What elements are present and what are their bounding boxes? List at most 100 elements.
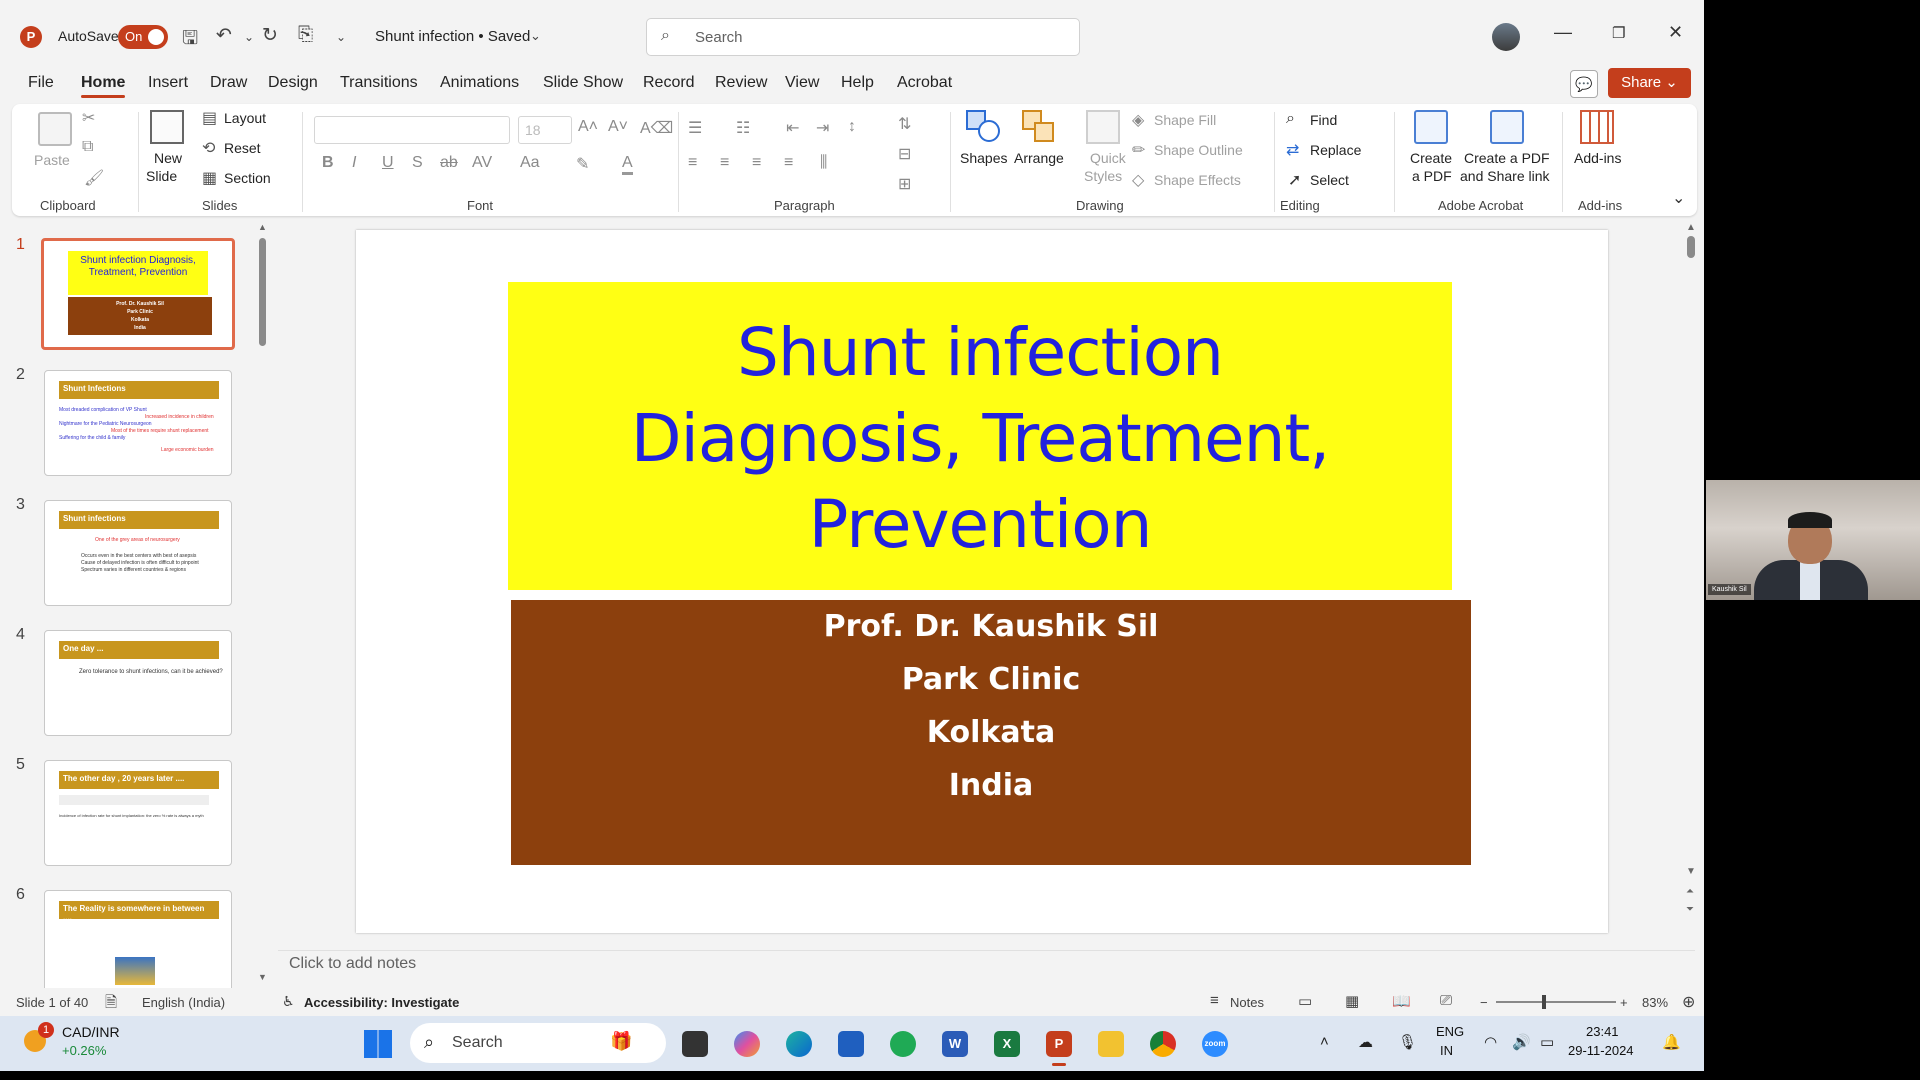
paste-icon[interactable]: [38, 112, 72, 146]
tab-home[interactable]: Home: [81, 74, 126, 98]
save-icon[interactable]: 🖫: [182, 24, 198, 56]
align-right-icon[interactable]: ≡: [752, 154, 761, 172]
zoom-slider-thumb[interactable]: [1542, 995, 1546, 1009]
zoom-slider[interactable]: [1496, 1001, 1616, 1003]
avatar[interactable]: [1492, 23, 1520, 51]
language-code[interactable]: ENG: [1436, 1024, 1464, 1039]
highlight-icon[interactable]: ✎: [576, 154, 589, 174]
undo-dropdown-icon[interactable]: ⌄: [244, 30, 254, 44]
font-size-input[interactable]: 18: [518, 116, 572, 144]
comments-icon[interactable]: 💬: [1570, 70, 1598, 98]
replace-button[interactable]: Replace: [1310, 142, 1361, 158]
slide-thumbnail-6[interactable]: The Reality is somewhere in between ....: [44, 890, 232, 996]
decrease-font-icon[interactable]: A˅: [608, 118, 628, 136]
align-text-icon[interactable]: ⊟: [898, 144, 911, 164]
onedrive-icon[interactable]: ☁: [1358, 1033, 1373, 1051]
title-dropdown-icon[interactable]: ⌄: [530, 28, 541, 44]
cut-icon[interactable]: ✂: [82, 108, 95, 128]
slide-thumbnail-1[interactable]: Shunt infection Diagnosis, Treatment, Pr…: [41, 238, 235, 350]
autosave-toggle[interactable]: On: [118, 25, 168, 49]
scroll-up-icon[interactable]: ▲: [258, 222, 267, 232]
bold-icon[interactable]: B: [322, 154, 334, 172]
tab-record[interactable]: Record: [643, 74, 695, 92]
chrome-icon[interactable]: [1150, 1031, 1176, 1057]
create-share-label[interactable]: Create a PDF: [1464, 150, 1550, 166]
close-icon[interactable]: ✕: [1668, 22, 1683, 43]
minimize-icon[interactable]: —: [1554, 22, 1572, 43]
present-icon[interactable]: ⎘: [298, 24, 313, 46]
task-view-icon[interactable]: [682, 1031, 708, 1057]
add-ins-label[interactable]: Add-ins: [1574, 150, 1621, 166]
tab-draw[interactable]: Draw: [210, 74, 247, 92]
reset-button[interactable]: Reset: [224, 140, 261, 156]
edge-icon[interactable]: [786, 1031, 812, 1057]
slide-thumbnail-4[interactable]: One day ... Zero tolerance to shunt infe…: [44, 630, 232, 736]
scroll-up-icon[interactable]: ▲: [1686, 222, 1696, 233]
create-pdf-label[interactable]: Create: [1410, 150, 1452, 166]
wifi-icon[interactable]: ◠: [1484, 1033, 1497, 1051]
numbering-icon[interactable]: ☷: [736, 118, 750, 138]
line-spacing-icon[interactable]: ↕: [848, 118, 856, 136]
slide-sorter-icon[interactable]: ▦: [1345, 992, 1359, 1010]
create-pdf-icon[interactable]: [1414, 110, 1448, 144]
new-slide-icon[interactable]: [150, 110, 184, 144]
clock-time[interactable]: 23:41: [1586, 1024, 1619, 1039]
tab-animations[interactable]: Animations: [440, 74, 519, 92]
smartart-icon[interactable]: ⊞: [898, 174, 911, 194]
create-pdf-label-2[interactable]: a PDF: [1412, 168, 1452, 184]
section-button[interactable]: Section: [224, 170, 271, 186]
slide-thumbnail-2[interactable]: Shunt Infections Most dreaded complicati…: [44, 370, 232, 476]
shape-outline-button[interactable]: Shape Outline: [1154, 142, 1243, 158]
arrange-label[interactable]: Arrange: [1014, 150, 1064, 166]
shapes-icon[interactable]: [966, 110, 1000, 144]
fit-to-window-icon[interactable]: ⊕: [1682, 992, 1695, 1012]
copy-icon[interactable]: ⧉: [82, 138, 93, 156]
normal-view-icon[interactable]: ▭: [1298, 992, 1312, 1010]
increase-indent-icon[interactable]: ⇥: [816, 118, 829, 138]
create-share-pdf-icon[interactable]: [1490, 110, 1524, 144]
align-left-icon[interactable]: ≡: [688, 154, 697, 172]
find-button[interactable]: Find: [1310, 112, 1337, 128]
stock-name[interactable]: CAD/INR: [62, 1024, 120, 1040]
windows-start-icon[interactable]: [364, 1030, 392, 1058]
tab-view[interactable]: View: [785, 74, 819, 92]
zoom-out-icon[interactable]: −: [1480, 995, 1488, 1010]
new-slide-label[interactable]: New: [154, 150, 182, 166]
tab-design[interactable]: Design: [268, 74, 318, 92]
format-painter-icon[interactable]: 🖌: [84, 168, 104, 188]
quick-styles-label-2[interactable]: Styles: [1084, 168, 1122, 184]
restore-icon[interactable]: ❐: [1612, 24, 1625, 42]
add-ins-icon[interactable]: [1580, 110, 1614, 144]
title-textbox[interactable]: Shunt infection Diagnosis, Treatment, Pr…: [508, 282, 1452, 590]
search-input[interactable]: ⌕ Search: [646, 18, 1080, 56]
next-slide-icon[interactable]: ⏷: [1686, 904, 1694, 915]
tab-review[interactable]: Review: [715, 74, 767, 92]
shadow-icon[interactable]: S: [412, 154, 423, 172]
change-case-icon[interactable]: Aa: [520, 154, 540, 172]
zoom-in-icon[interactable]: +: [1620, 995, 1628, 1010]
tab-acrobat[interactable]: Acrobat: [897, 74, 952, 92]
editor-scrollbar[interactable]: [1687, 236, 1695, 258]
notes-button[interactable]: Notes: [1230, 995, 1264, 1010]
whatsapp-icon[interactable]: [890, 1031, 916, 1057]
collapse-ribbon-icon[interactable]: ⌄: [1672, 188, 1685, 208]
quick-styles-label[interactable]: Quick: [1090, 150, 1126, 166]
spellcheck-icon[interactable]: 🗎: [105, 992, 117, 1017]
character-spacing-icon[interactable]: AV: [472, 154, 492, 172]
file-explorer-icon[interactable]: [1098, 1031, 1124, 1057]
notes-pane[interactable]: Click to add notes: [278, 950, 1695, 980]
accessibility-button[interactable]: Accessibility: Investigate: [304, 995, 459, 1010]
notifications-icon[interactable]: 🔔: [1662, 1033, 1681, 1051]
shape-effects-button[interactable]: Shape Effects: [1154, 172, 1241, 188]
strikethrough-icon[interactable]: ab: [440, 154, 458, 172]
font-color-icon[interactable]: A: [622, 154, 633, 175]
store-icon[interactable]: [838, 1031, 864, 1057]
zoom-level[interactable]: 83%: [1642, 995, 1668, 1010]
font-name-input[interactable]: [314, 116, 510, 144]
tab-insert[interactable]: Insert: [148, 74, 188, 92]
excel-icon[interactable]: X: [994, 1031, 1020, 1057]
bullets-icon[interactable]: ☰: [688, 118, 702, 138]
slide-canvas[interactable]: Shunt infection Diagnosis, Treatment, Pr…: [356, 230, 1608, 933]
copilot-icon[interactable]: [734, 1031, 760, 1057]
redo-icon[interactable]: ↻: [262, 24, 278, 47]
